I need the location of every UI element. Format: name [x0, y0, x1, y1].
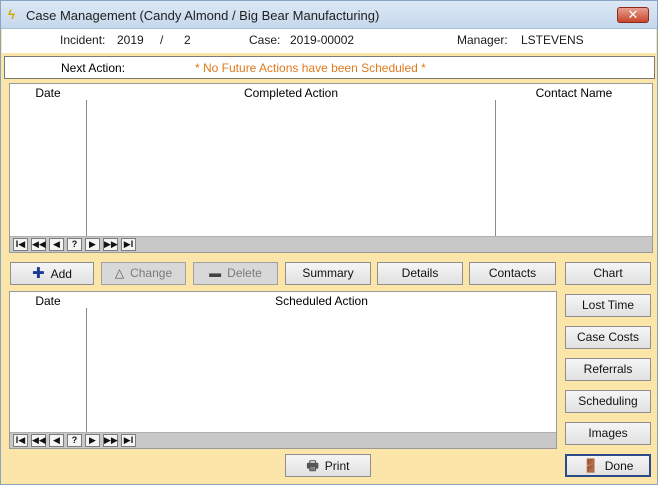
app-lightning-icon: ϟ: [8, 7, 15, 22]
delete-button-label: Delete: [227, 266, 262, 280]
case-costs-button[interactable]: Case Costs: [565, 326, 651, 349]
print-button-label: Print: [324, 459, 350, 473]
column-divider: [86, 100, 87, 236]
print-button[interactable]: 🖶 Print: [285, 454, 371, 477]
column-header-scheduled-action[interactable]: Scheduled Action: [87, 294, 556, 308]
case-info-strip: Incident: 2019 / 2 Case: 2019-00002 Mana…: [2, 29, 656, 53]
nav-last-button[interactable]: ▶I: [121, 434, 136, 447]
change-button-label: Change: [130, 266, 173, 280]
add-button-label: Add: [50, 267, 72, 281]
nav-next-button[interactable]: ▶: [85, 434, 100, 447]
nav-last-button[interactable]: ▶I: [121, 238, 136, 251]
lost-time-button[interactable]: Lost Time: [565, 294, 651, 317]
next-action-value: * No Future Actions have been Scheduled …: [195, 61, 426, 75]
nav-help-button[interactable]: ?: [67, 238, 82, 251]
nav-prev-page-button[interactable]: ◀◀: [31, 434, 46, 447]
door-exit-icon: 🚪: [582, 458, 599, 473]
column-header-date[interactable]: Date: [10, 294, 86, 308]
details-button[interactable]: Details: [377, 262, 463, 285]
incident-number: 2: [184, 33, 191, 47]
column-header-date[interactable]: Date: [10, 86, 86, 100]
incident-label: Incident:: [60, 33, 106, 47]
next-action-label: Next Action:: [61, 61, 126, 75]
nav-help-button[interactable]: ?: [67, 434, 82, 447]
triangle-icon: △: [114, 266, 125, 280]
incident-separator: /: [160, 33, 164, 47]
referrals-button[interactable]: Referrals: [565, 358, 651, 381]
nav-prev-page-button[interactable]: ◀◀: [31, 238, 46, 251]
plus-icon: ✚: [32, 265, 45, 282]
minus-icon: ▬: [209, 266, 222, 280]
incident-year: 2019: [117, 33, 144, 47]
contacts-button[interactable]: Contacts: [469, 262, 556, 285]
completed-nav-bar: I◀ ◀◀ ◀ ? ▶ ▶▶ ▶I: [10, 236, 652, 252]
printer-icon: 🖶: [306, 458, 319, 473]
case-management-window: ϟ Case Management (Candy Almond / Big Be…: [0, 0, 658, 485]
next-action-bar: Next Action: * No Future Actions have be…: [4, 56, 655, 79]
column-divider: [86, 308, 87, 432]
nav-next-page-button[interactable]: ▶▶: [103, 434, 118, 447]
close-button[interactable]: ✕: [617, 7, 649, 23]
column-header-contact-name[interactable]: Contact Name: [496, 86, 652, 100]
completed-actions-grid[interactable]: Date Completed Action Contact Name I◀ ◀◀…: [9, 83, 653, 253]
summary-button[interactable]: Summary: [285, 262, 371, 285]
scheduling-button[interactable]: Scheduling: [565, 390, 651, 413]
images-button[interactable]: Images: [565, 422, 651, 445]
nav-first-button[interactable]: I◀: [13, 238, 28, 251]
nav-next-page-button[interactable]: ▶▶: [103, 238, 118, 251]
change-button[interactable]: △ Change: [101, 262, 186, 285]
window-title: Case Management (Candy Almond / Big Bear…: [26, 8, 380, 23]
done-button-label: Done: [604, 459, 634, 473]
column-header-completed-action[interactable]: Completed Action: [87, 86, 495, 100]
case-label: Case:: [249, 33, 281, 47]
manager-name: LSTEVENS: [521, 33, 584, 47]
column-divider: [495, 100, 496, 236]
delete-button[interactable]: ▬ Delete: [193, 262, 278, 285]
done-button[interactable]: 🚪 Done: [565, 454, 651, 477]
case-number: 2019-00002: [290, 33, 355, 47]
add-button[interactable]: ✚ Add: [10, 262, 94, 285]
nav-next-button[interactable]: ▶: [85, 238, 100, 251]
chart-button[interactable]: Chart: [565, 262, 651, 285]
nav-prev-button[interactable]: ◀: [49, 434, 64, 447]
scheduled-actions-grid[interactable]: Date Scheduled Action I◀ ◀◀ ◀ ? ▶ ▶▶ ▶I: [9, 291, 557, 449]
manager-label: Manager:: [457, 33, 508, 47]
scheduled-nav-bar: I◀ ◀◀ ◀ ? ▶ ▶▶ ▶I: [10, 432, 556, 448]
title-bar[interactable]: ϟ Case Management (Candy Almond / Big Be…: [1, 1, 657, 29]
nav-first-button[interactable]: I◀: [13, 434, 28, 447]
nav-prev-button[interactable]: ◀: [49, 238, 64, 251]
